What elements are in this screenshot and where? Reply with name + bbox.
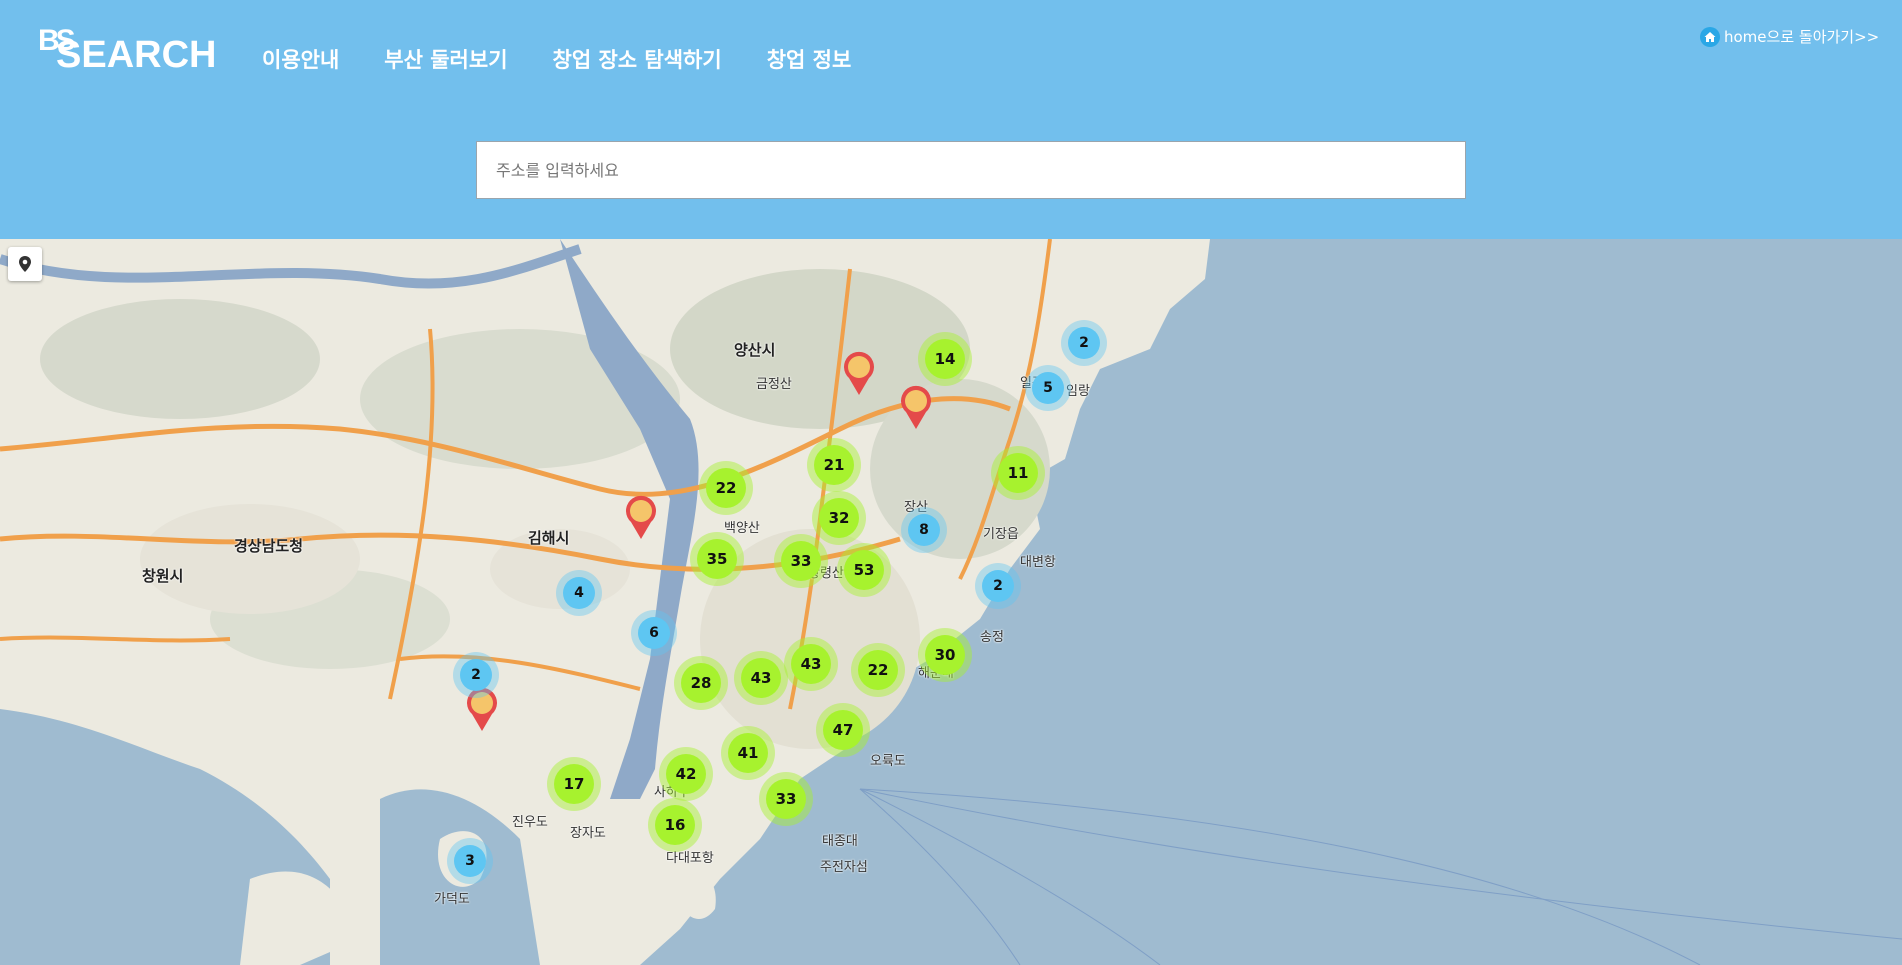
place-label: 김해시 <box>528 529 570 547</box>
marker-cluster[interactable]: 43 <box>741 658 781 698</box>
marker-cluster[interactable]: 33 <box>766 779 806 819</box>
marker-cluster[interactable]: 2 <box>982 570 1014 602</box>
red-location-pin[interactable] <box>624 494 658 540</box>
nav-guide[interactable]: 이용안내 <box>262 44 339 74</box>
address-search-box <box>476 141 1466 199</box>
red-location-pin[interactable] <box>899 384 933 430</box>
place-label: 대변항 <box>1020 555 1056 570</box>
marker-cluster[interactable]: 47 <box>823 710 863 750</box>
place-label: 금정산 <box>756 377 792 392</box>
red-location-pin[interactable] <box>842 350 876 396</box>
marker-cluster[interactable]: 30 <box>925 635 965 675</box>
marker-cluster[interactable]: 16 <box>655 805 695 845</box>
place-label: 진우도 <box>512 815 548 830</box>
place-label: 가덕도 <box>434 892 470 907</box>
marker-cluster[interactable]: 22 <box>858 650 898 690</box>
place-label: 장자도 <box>570 826 606 841</box>
location-pin-icon <box>19 256 31 272</box>
marker-cluster[interactable]: 21 <box>814 445 854 485</box>
place-label: 경상남도청 <box>234 537 304 555</box>
marker-cluster[interactable]: 17 <box>554 764 594 804</box>
marker-cluster[interactable]: 5 <box>1032 372 1064 404</box>
map-view[interactable]: 양산시 김해시 경상남도청 창원시 기장읍 해운대 송정 사하구 다대포항 가덕… <box>0 239 1902 965</box>
place-label: 장산 <box>904 500 928 515</box>
marker-cluster[interactable]: 3 <box>454 845 486 877</box>
marker-cluster[interactable]: 2 <box>1068 327 1100 359</box>
place-label: 태종대 <box>822 834 858 849</box>
marker-cluster[interactable]: 14 <box>925 339 965 379</box>
marker-cluster[interactable]: 42 <box>666 754 706 794</box>
marker-cluster[interactable]: 6 <box>638 617 670 649</box>
home-link[interactable]: home으로 돌아가기>> <box>1700 26 1879 47</box>
place-label: 송정 <box>980 630 1004 645</box>
marker-cluster[interactable]: 35 <box>697 539 737 579</box>
logo-search: SEARCH <box>56 34 217 76</box>
place-label: 양산시 <box>734 341 776 359</box>
place-label: 오륙도 <box>870 754 906 769</box>
place-label: 기장읍 <box>983 527 1019 542</box>
header-bar: BS SEARCH 이용안내 부산 둘러보기 창업 장소 탐색하기 창업 정보 … <box>0 0 1902 239</box>
place-label: 다대포항 <box>666 851 714 866</box>
place-label: 창원시 <box>142 567 184 585</box>
nav-startup-info[interactable]: 창업 정보 <box>767 44 852 74</box>
home-icon <box>1700 26 1720 47</box>
nav-explore-busan[interactable]: 부산 둘러보기 <box>384 44 507 74</box>
marker-cluster[interactable]: 41 <box>728 733 768 773</box>
marker-cluster[interactable]: 22 <box>706 468 746 508</box>
marker-cluster[interactable]: 4 <box>563 577 595 609</box>
marker-cluster[interactable]: 2 <box>460 659 492 691</box>
marker-cluster[interactable]: 32 <box>819 498 859 538</box>
place-label: 백양산 <box>724 521 760 536</box>
red-location-pin[interactable] <box>465 686 499 732</box>
marker-cluster[interactable]: 53 <box>844 550 884 590</box>
marker-cluster[interactable]: 8 <box>908 514 940 546</box>
marker-cluster[interactable]: 33 <box>781 541 821 581</box>
nav-find-location[interactable]: 창업 장소 탐색하기 <box>553 44 722 74</box>
place-label: 주전자섬 <box>820 860 868 875</box>
address-search-input[interactable] <box>477 142 1465 198</box>
marker-cluster[interactable]: 28 <box>681 663 721 703</box>
home-link-label: home으로 돌아가기>> <box>1724 28 1880 46</box>
current-location-button[interactable] <box>8 247 42 281</box>
main-nav: 이용안내 부산 둘러보기 창업 장소 탐색하기 창업 정보 <box>262 44 851 74</box>
marker-cluster[interactable]: 11 <box>998 453 1038 493</box>
marker-cluster[interactable]: 43 <box>791 644 831 684</box>
place-label: 임랑 <box>1066 384 1090 399</box>
